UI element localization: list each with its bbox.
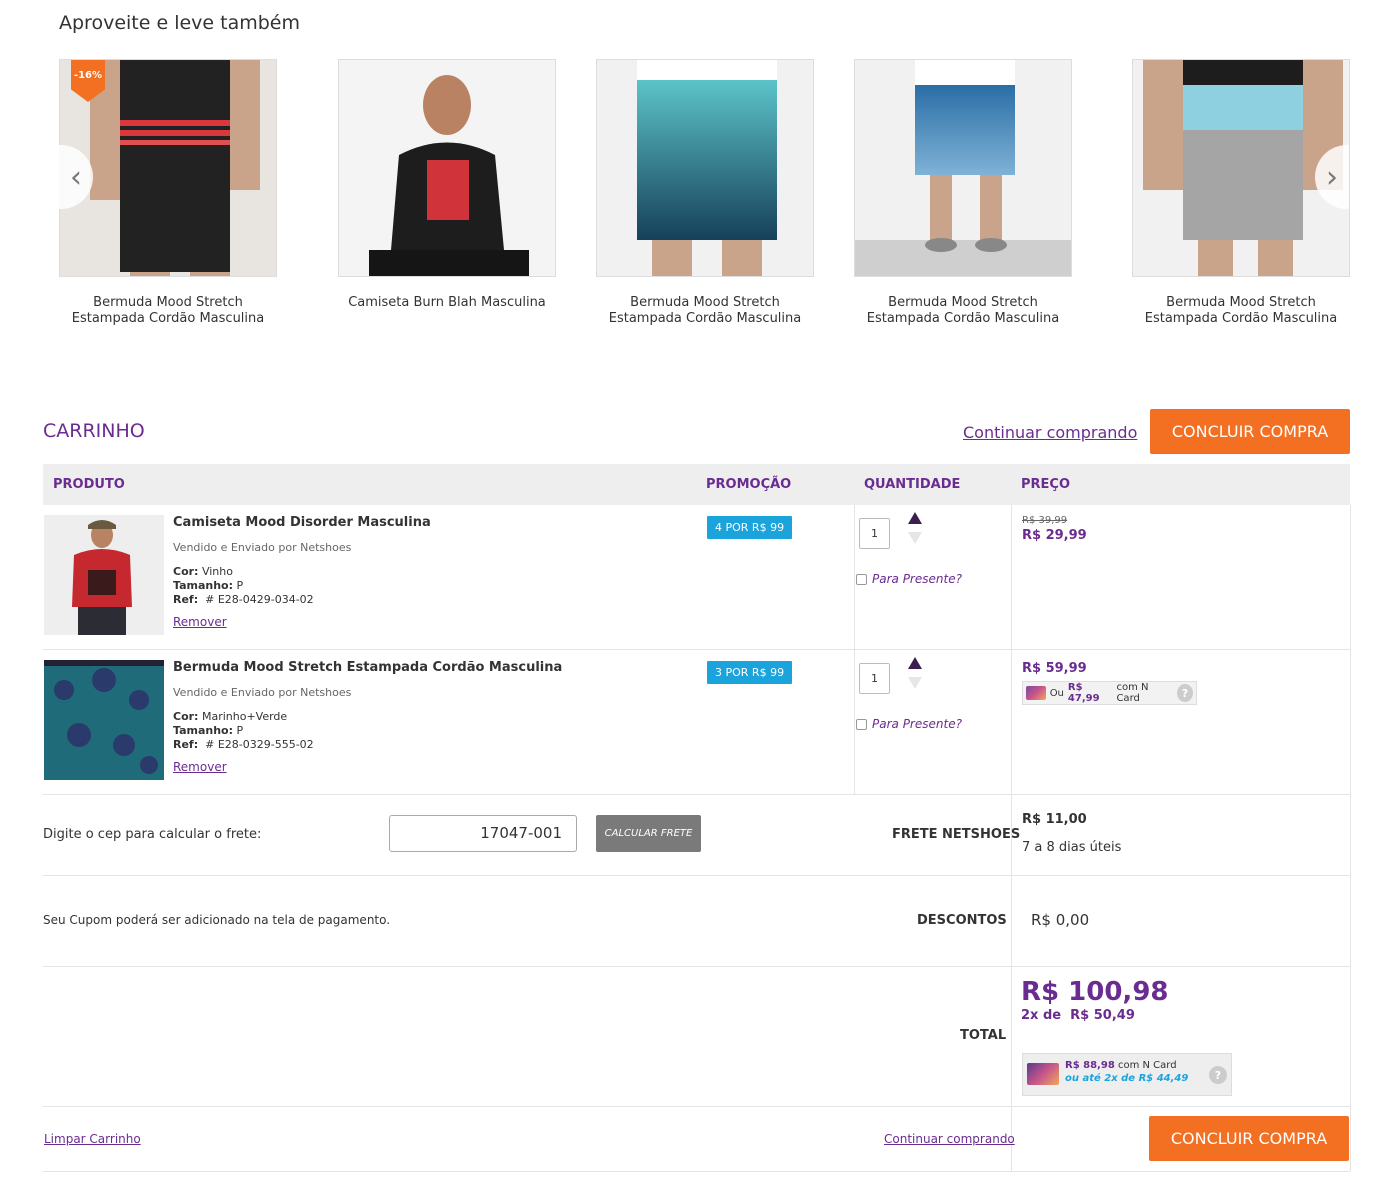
recommendation-card[interactable]: -16% Bermuda Mood Stretch Estampada Cord… <box>59 59 277 327</box>
cart-item-name[interactable]: Bermuda Mood Stretch Estampada Cordão Ma… <box>173 660 562 675</box>
ref-label: Ref: <box>173 593 199 606</box>
help-icon[interactable]: ? <box>1176 684 1193 702</box>
header-promo: PROMOÇÃO <box>706 477 792 492</box>
ncard-offer: Ou R$ 47,99 com N Card ? <box>1022 681 1197 705</box>
product-name[interactable]: Bermuda Mood Stretch Estampada Cordão Ma… <box>596 295 814 327</box>
divider <box>43 966 1350 967</box>
recommendation-card[interactable]: Bermuda Mood Stretch Estampada Cordão Ma… <box>1132 59 1350 327</box>
gift-checkbox[interactable] <box>856 718 867 730</box>
promo-badge[interactable]: 3 POR R$ 99 <box>707 661 793 684</box>
ncard-price: R$ 47,99 <box>1067 682 1100 704</box>
gift-label[interactable]: Para Presente? <box>872 717 962 731</box>
remove-item-link[interactable]: Remover <box>173 615 227 629</box>
cart-table-header <box>43 464 1350 505</box>
cart-item-name[interactable]: Camiseta Mood Disorder Masculina <box>173 515 431 530</box>
divider <box>854 505 855 795</box>
shipping-label: Digite o cep para calcular o frete: <box>43 827 262 842</box>
header-price: PREÇO <box>1021 477 1071 492</box>
item-price: R$ 29,99 <box>1022 528 1087 543</box>
ncard-total-price: R$ 88,98 <box>1065 1060 1115 1071</box>
coupon-note: Seu Cupom poderá ser adicionado na tela … <box>43 913 391 927</box>
installments: 2x de R$ 50,49 <box>1021 1008 1135 1023</box>
size-value: P <box>236 579 244 592</box>
shipping-method: FRETE NETSHOES <box>892 827 1021 842</box>
shipping-days: 7 a 8 dias úteis <box>1022 840 1122 855</box>
divider <box>43 1106 1350 1107</box>
checkout-button[interactable]: CONCLUIR COMPRA <box>1150 409 1350 454</box>
gift-option[interactable]: Para Presente? <box>856 572 962 586</box>
item-price: R$ 59,99 <box>1022 661 1087 676</box>
ncard-icon <box>1026 686 1046 700</box>
recommendation-card[interactable]: Bermuda Mood Stretch Estampada Cordão Ma… <box>596 59 814 327</box>
recommendation-card[interactable]: Camiseta Burn Blah Masculina <box>338 59 556 311</box>
item-attributes: Cor: Marinho+Verde Tamanho: P Ref: # E28… <box>173 710 314 752</box>
gift-label[interactable]: Para Presente? <box>872 572 962 586</box>
cart-title: CARRINHO <box>43 420 145 442</box>
ref-value: # E28-0429-034-02 <box>205 593 314 606</box>
quantity-input[interactable]: 1 <box>859 663 890 694</box>
ref-value: # E28-0329-555-02 <box>205 738 314 751</box>
gift-checkbox[interactable] <box>856 573 867 585</box>
product-name[interactable]: Bermuda Mood Stretch Estampada Cordão Ma… <box>1132 295 1350 327</box>
cart-item-image[interactable] <box>44 515 164 635</box>
shipping-price: R$ 11,00 <box>1022 812 1087 827</box>
divider <box>43 794 1350 795</box>
size-value: P <box>236 724 244 737</box>
old-price: R$ 39,99 <box>1022 515 1068 526</box>
color-label: Cor: <box>173 710 199 723</box>
clear-cart-link[interactable]: Limpar Carrinho <box>44 1132 141 1146</box>
discount-value: R$ 0,00 <box>1031 911 1090 929</box>
recommendations-title: Aproveite e leve também <box>59 12 300 34</box>
product-name[interactable]: Bermuda Mood Stretch Estampada Cordão Ma… <box>854 295 1072 327</box>
promo-badge[interactable]: 4 POR R$ 99 <box>707 516 793 539</box>
color-value: Marinho+Verde <box>201 710 288 723</box>
ncard-icon <box>1027 1063 1059 1085</box>
size-label: Tamanho: <box>173 579 234 592</box>
seller-info: Vendido e Enviado por Netshoes <box>173 541 352 554</box>
quantity-decrease-icon[interactable] <box>908 532 922 544</box>
quantity-increase-icon[interactable] <box>908 512 922 524</box>
item-attributes: Cor: Vinho Tamanho: P Ref: # E28-0429-03… <box>173 565 314 607</box>
seller-info: Vendido e Enviado por Netshoes <box>173 686 352 699</box>
total-label: TOTAL <box>960 1028 1007 1043</box>
gift-option[interactable]: Para Presente? <box>856 717 962 731</box>
installments-prefix: 2x de <box>1021 1008 1062 1023</box>
divider <box>43 1171 1350 1172</box>
product-image[interactable] <box>338 59 556 277</box>
quantity-decrease-icon[interactable] <box>908 677 922 689</box>
product-image[interactable] <box>854 59 1072 277</box>
ref-label: Ref: <box>173 738 199 751</box>
product-image[interactable] <box>596 59 814 277</box>
product-name[interactable]: Camiseta Burn Blah Masculina <box>338 295 556 311</box>
ncard-total-line: R$ 88,98 com N Card <box>1065 1060 1177 1071</box>
quantity-input[interactable]: 1 <box>859 518 890 549</box>
ncard-suffix: com N Card <box>1116 682 1149 704</box>
discount-label: DESCONTOS <box>917 913 1007 928</box>
total-value: R$ 100,98 <box>1021 977 1169 1007</box>
cep-input[interactable]: 17047-001 <box>389 815 577 852</box>
recommendation-card[interactable]: Bermuda Mood Stretch Estampada Cordão Ma… <box>854 59 1072 327</box>
header-product: PRODUTO <box>53 477 125 492</box>
divider <box>43 649 1350 650</box>
divider <box>1350 505 1351 1171</box>
help-icon[interactable]: ? <box>1209 1066 1227 1084</box>
installments-value: R$ 50,49 <box>1070 1008 1135 1023</box>
ncard-prefix: Ou <box>1049 687 1064 699</box>
ncard-total-installments: ou até 2x de R$ 44,49 <box>1065 1073 1189 1084</box>
color-value: Vinho <box>201 565 233 578</box>
ncard-total-offer: R$ 88,98 com N Card ou até 2x de R$ 44,4… <box>1022 1053 1232 1096</box>
calculate-shipping-button[interactable]: CALCULAR FRETE <box>596 815 701 852</box>
color-label: Cor: <box>173 565 199 578</box>
quantity-increase-icon[interactable] <box>908 657 922 669</box>
continue-shopping-link[interactable]: Continuar comprando <box>884 1132 1015 1146</box>
product-name[interactable]: Bermuda Mood Stretch Estampada Cordão Ma… <box>59 295 277 327</box>
cart-item-image[interactable] <box>44 660 164 780</box>
size-label: Tamanho: <box>173 724 234 737</box>
remove-item-link[interactable]: Remover <box>173 760 227 774</box>
ncard-total-suffix: com N Card <box>1117 1060 1177 1071</box>
divider <box>43 875 1350 876</box>
header-quantity: QUANTIDADE <box>864 477 961 492</box>
checkout-button[interactable]: CONCLUIR COMPRA <box>1149 1116 1349 1161</box>
continue-shopping-link[interactable]: Continuar comprando <box>963 423 1137 442</box>
